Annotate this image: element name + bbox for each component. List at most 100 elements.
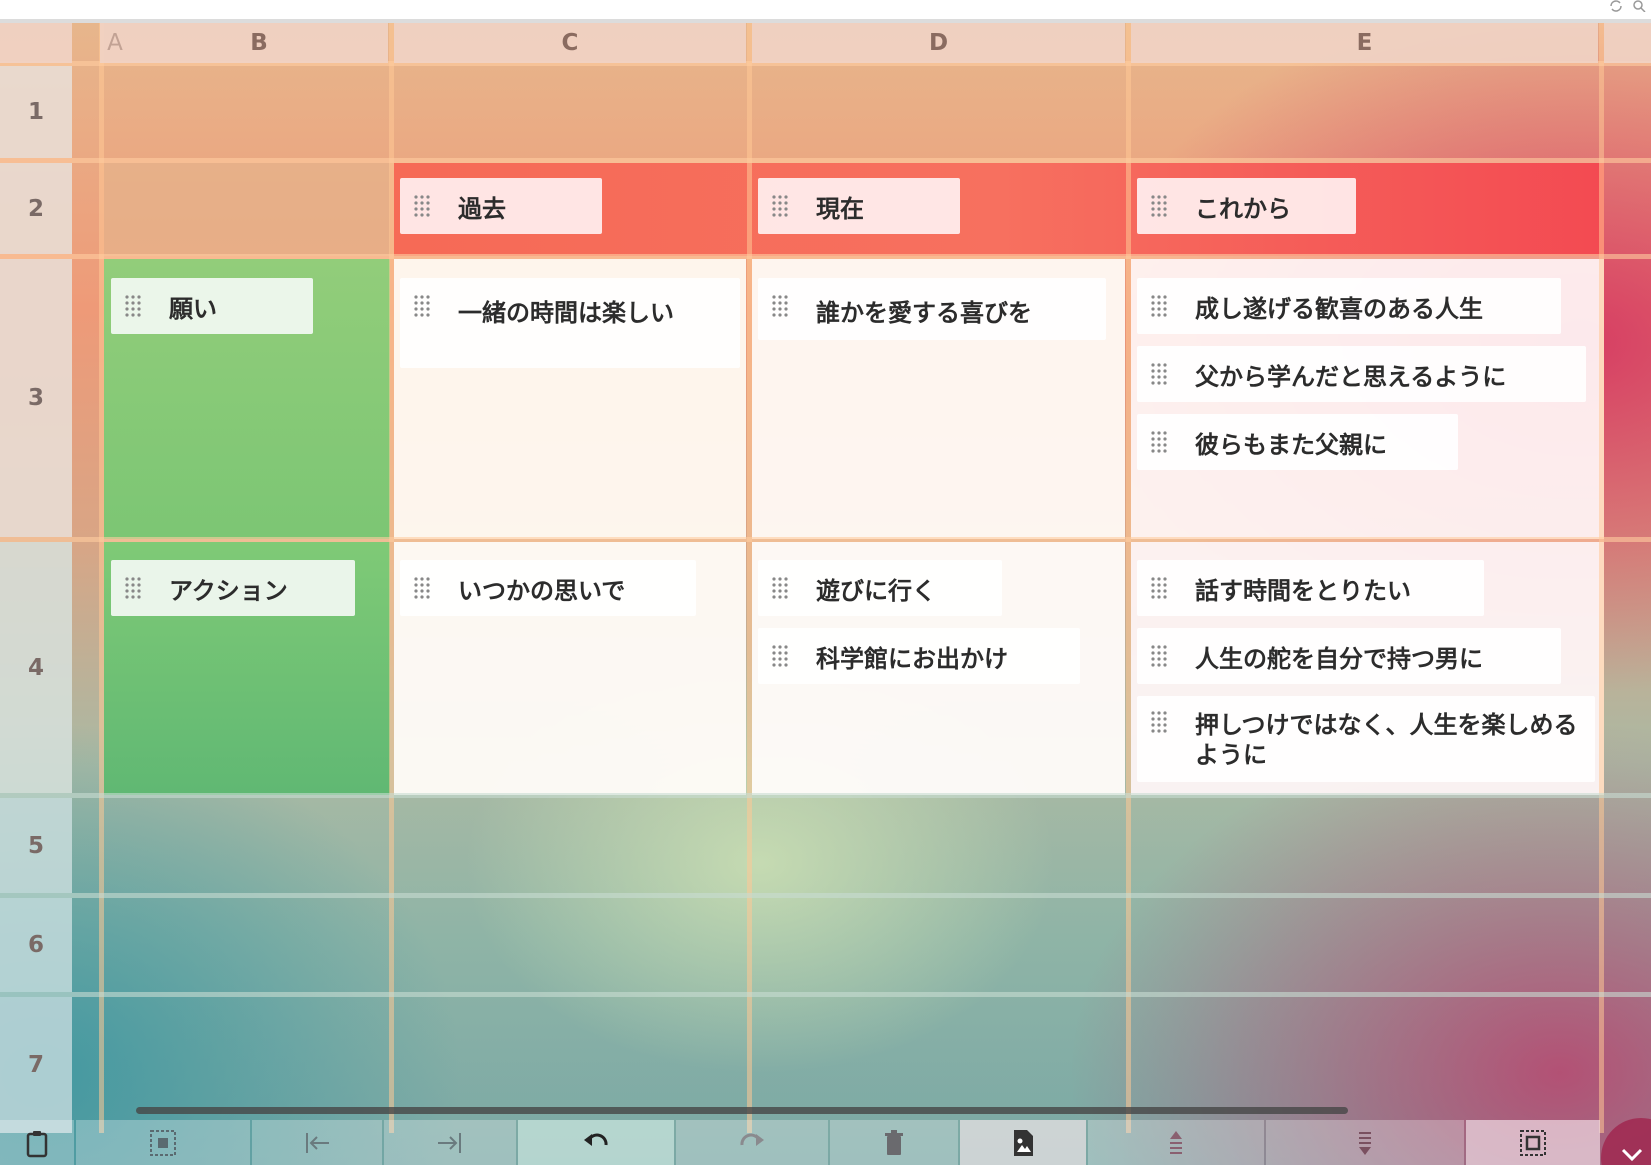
card-label: 科学館にお出かけ (816, 644, 1008, 673)
clipboard-button[interactable] (0, 1120, 74, 1165)
drag-handle-icon[interactable] (412, 576, 432, 600)
card-e4-3[interactable]: 押しつけではなく、人生を楽しめるように (1137, 696, 1595, 782)
card-label: 彼らもまた父親に (1195, 430, 1387, 459)
card-header-past[interactable]: 過去 (400, 178, 602, 234)
drag-handle-icon[interactable] (770, 194, 790, 218)
delete-button[interactable] (830, 1120, 958, 1165)
grid-vline (1126, 23, 1131, 1133)
move-up-button[interactable] (1088, 1120, 1264, 1165)
drag-handle-icon[interactable] (770, 644, 790, 668)
row-header-3[interactable]: 3 (0, 259, 72, 537)
select-grid-icon (150, 1129, 176, 1156)
chevron-down-icon (1621, 1148, 1643, 1162)
column-header-e[interactable]: E (1131, 23, 1598, 63)
column-header-corner[interactable] (0, 23, 72, 63)
drag-handle-icon[interactable] (1149, 194, 1169, 218)
card-d4-2[interactable]: 科学館にお出かけ (758, 628, 1080, 684)
spreadsheet-grid: A B C D E 1 2 3 4 5 6 7 過去 現在 これから 願い アク… (0, 23, 1651, 1165)
card-label: 誰かを愛する喜びを (816, 299, 1032, 327)
card-c4-1[interactable]: いつかの思いで (400, 560, 696, 616)
card-header-future[interactable]: これから (1137, 178, 1356, 234)
move-up-icon (1170, 1130, 1182, 1154)
clipboard-icon (26, 1130, 48, 1157)
row-header-5[interactable]: 5 (0, 798, 72, 893)
card-e3-1[interactable]: 成し遂げる歓喜のある人生 (1137, 278, 1561, 334)
row-header-6[interactable]: 6 (0, 898, 72, 992)
card-label: 一緒の時間は楽しい (458, 299, 674, 327)
card-header-present[interactable]: 現在 (758, 178, 960, 234)
top-icons (1609, 0, 1647, 14)
card-label: 過去 (458, 194, 506, 223)
card-label: 成し遂げる歓喜のある人生 (1195, 294, 1483, 323)
grid-vline (747, 23, 752, 1133)
card-e3-2[interactable]: 父から学んだと思えるように (1137, 346, 1586, 402)
indent-left-button[interactable] (252, 1120, 382, 1165)
indent-left-icon (306, 1132, 329, 1153)
card-label: 現在 (816, 194, 864, 223)
column-header-f[interactable] (1604, 23, 1651, 63)
drag-handle-icon[interactable] (123, 576, 143, 600)
app-window: A B C D E 1 2 3 4 5 6 7 過去 現在 これから 願い アク… (0, 0, 1651, 1165)
sync-icon[interactable] (1609, 0, 1623, 12)
row-header-1[interactable]: 1 (0, 66, 72, 158)
frame-select-icon (1520, 1129, 1546, 1156)
grid-vline (1599, 23, 1604, 1133)
card-label: 遊びに行く (816, 576, 936, 605)
search-icon[interactable] (1633, 0, 1647, 12)
drag-handle-icon[interactable] (1149, 430, 1169, 454)
grid-hline (0, 254, 1651, 259)
grid-hline (0, 158, 1651, 163)
row-header-2[interactable]: 2 (0, 163, 72, 254)
column-header-a[interactable]: A (100, 23, 130, 63)
horizontal-scrollbar[interactable] (136, 1107, 1348, 1114)
card-e4-2[interactable]: 人生の舵を自分で持つ男に (1137, 628, 1561, 684)
card-label: これから (1195, 194, 1291, 223)
drag-handle-icon[interactable] (412, 294, 432, 318)
indent-right-button[interactable] (384, 1120, 516, 1165)
card-label: アクション (169, 576, 288, 605)
drag-handle-icon[interactable] (1149, 644, 1169, 668)
card-c3-1[interactable]: 一緒の時間は楽しい (400, 278, 740, 368)
card-d4-1[interactable]: 遊びに行く (758, 560, 1002, 616)
grid-vline (389, 23, 394, 1133)
drag-handle-icon[interactable] (1149, 294, 1169, 318)
card-label: 父から学んだと思えるように (1195, 362, 1507, 391)
drag-handle-icon[interactable] (770, 294, 790, 318)
grid-hline (0, 992, 1651, 997)
trash-icon (885, 1129, 903, 1155)
select-button[interactable] (76, 1120, 250, 1165)
row-header-7[interactable]: 7 (0, 997, 72, 1133)
drag-handle-icon[interactable] (123, 294, 143, 318)
undo-button[interactable] (518, 1120, 674, 1165)
card-label: 人生の舵を自分で持つ男に (1195, 644, 1483, 673)
bottom-toolbar (0, 1120, 1651, 1165)
move-down-button[interactable] (1266, 1120, 1464, 1165)
grid-vline (99, 23, 104, 1133)
row-header-4[interactable]: 4 (0, 542, 72, 793)
top-bar (0, 0, 1651, 20)
card-row-wish[interactable]: 願い (111, 278, 313, 334)
card-e3-3[interactable]: 彼らもまた父親に (1137, 414, 1458, 470)
indent-right-icon (438, 1132, 461, 1153)
column-header-d[interactable]: D (752, 23, 1125, 63)
drag-handle-icon[interactable] (770, 576, 790, 600)
frame-select-button[interactable] (1466, 1120, 1600, 1165)
card-row-action[interactable]: アクション (111, 560, 355, 616)
column-header-b[interactable]: B (130, 23, 388, 63)
grid-hline (0, 537, 1651, 542)
column-header-c[interactable]: C (394, 23, 746, 63)
cell-b2[interactable] (104, 163, 390, 256)
drag-handle-icon[interactable] (1149, 710, 1169, 734)
undo-icon (584, 1133, 608, 1146)
card-d3-1[interactable]: 誰かを愛する喜びを (758, 278, 1106, 340)
drag-handle-icon[interactable] (1149, 362, 1169, 386)
card-label: 願い (169, 294, 217, 323)
drag-handle-icon[interactable] (1149, 576, 1169, 600)
image-file-icon (1014, 1129, 1033, 1156)
move-down-icon (1359, 1131, 1371, 1155)
card-label: 押しつけではなく、人生を楽しめるように (1195, 711, 1578, 769)
card-e4-1[interactable]: 話す時間をとりたい (1137, 560, 1484, 616)
drag-handle-icon[interactable] (412, 194, 432, 218)
image-export-button[interactable] (960, 1120, 1086, 1165)
redo-button[interactable] (676, 1120, 828, 1165)
